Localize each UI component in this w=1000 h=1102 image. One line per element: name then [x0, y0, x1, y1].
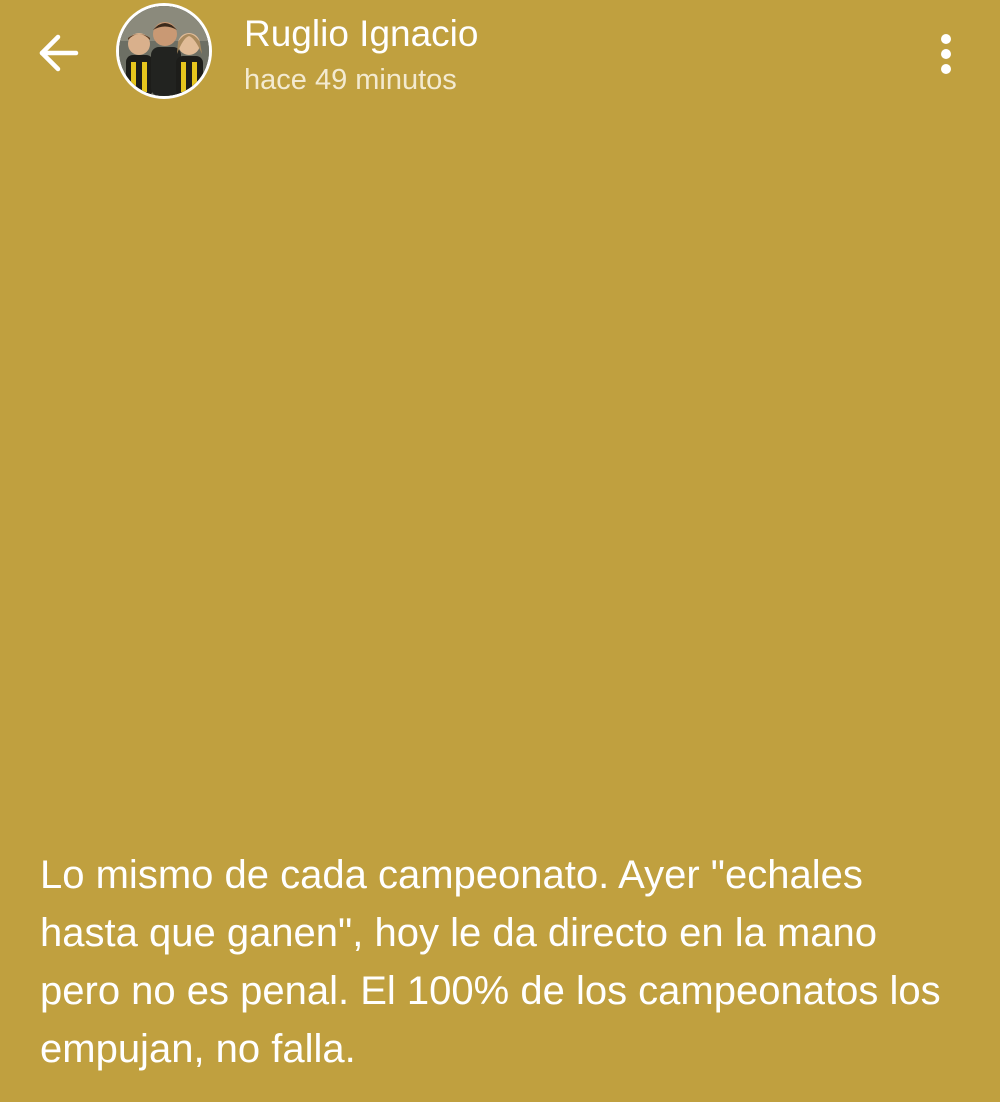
- status-timestamp: hace 49 minutos: [244, 64, 457, 96]
- status-header: Ruglio Ignacio hace 49 minutos: [0, 0, 1000, 110]
- menu-button[interactable]: [922, 28, 970, 80]
- status-text: Lo mismo de cada campeonato. Ayer "echal…: [40, 853, 941, 1071]
- back-button[interactable]: [30, 25, 86, 81]
- user-name[interactable]: Ruglio Ignacio: [244, 12, 478, 56]
- more-vertical-icon: [941, 34, 951, 74]
- avatar-image: [119, 6, 209, 96]
- arrow-left-icon: [39, 34, 79, 72]
- avatar[interactable]: [116, 3, 212, 99]
